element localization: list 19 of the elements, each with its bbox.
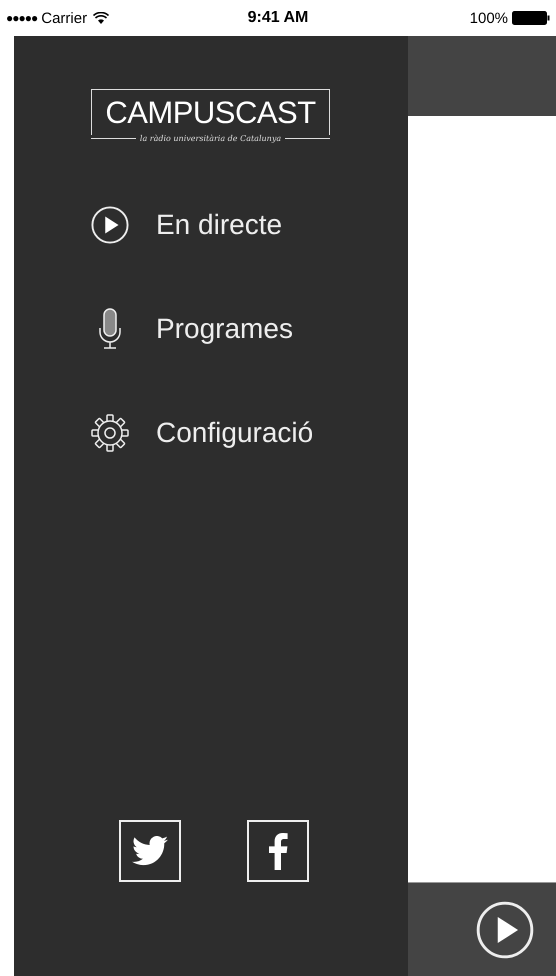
menu-item[interactable]: Configuració [156, 417, 314, 449]
wifi-icon [93, 12, 110, 24]
menu-item[interactable]: Programes [156, 313, 293, 345]
social-button[interactable] [119, 820, 181, 882]
play-icon [91, 206, 129, 244]
microphone-icon [97, 308, 123, 350]
f-letter-icon [268, 832, 288, 870]
signal-strength: ●●●●● [6, 11, 38, 25]
carrier-name: Carrier [41, 10, 88, 26]
logo-title: CAMPUSCAST [91, 89, 330, 135]
logo-tagline: la ràdio universitària de Catalunya [140, 134, 282, 143]
gear-icon [90, 413, 130, 453]
battery-icon [512, 11, 550, 25]
play-icon [476, 900, 534, 958]
bird-icon [132, 836, 168, 866]
menu-item[interactable]: En directe [156, 209, 282, 241]
social-button[interactable] [247, 820, 309, 882]
clock-time: 9:41 AM [248, 9, 308, 27]
battery-percent: 100% [470, 10, 508, 26]
